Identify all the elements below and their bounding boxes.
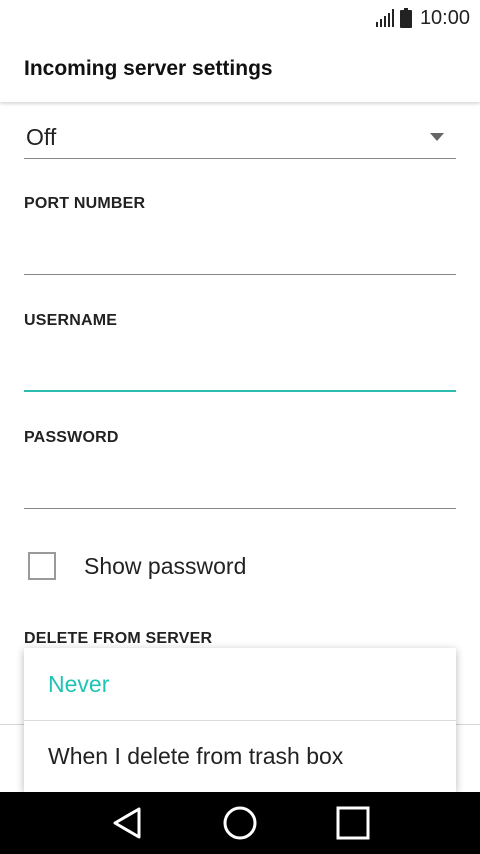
navigation-bar	[0, 792, 480, 854]
delete-from-server-label: DELETE FROM SERVER	[24, 630, 213, 647]
show-password-checkbox[interactable]	[28, 552, 56, 580]
security-type-select[interactable]: Off	[24, 116, 456, 159]
dropdown-arrow-icon	[430, 133, 444, 141]
signal-icon	[375, 9, 394, 27]
delete-option-popup: Never When I delete from trash box	[24, 648, 456, 792]
home-button[interactable]	[220, 803, 260, 843]
popup-option-when-delete-trash[interactable]: When I delete from trash box	[24, 720, 456, 792]
back-icon	[113, 807, 141, 839]
back-button[interactable]	[107, 803, 147, 843]
password-label: PASSWORD	[24, 429, 119, 446]
page-title: Incoming server settings	[24, 57, 273, 80]
status-time: 10:00	[419, 6, 470, 29]
show-password-label: Show password	[84, 552, 247, 579]
port-number-input[interactable]	[24, 235, 456, 275]
popup-option-never[interactable]: Never	[24, 648, 456, 720]
port-number-label: PORT NUMBER	[24, 195, 146, 212]
show-password-row[interactable]: Show password	[28, 548, 246, 584]
username-input[interactable]	[24, 352, 456, 392]
security-type-value: Off	[26, 123, 57, 150]
app-header: Incoming server settings	[0, 36, 480, 102]
battery-icon	[399, 8, 412, 28]
status-bar: 10:00	[0, 0, 480, 36]
recents-button[interactable]	[333, 803, 373, 843]
username-label: USERNAME	[24, 312, 118, 329]
home-icon	[223, 806, 257, 840]
password-input[interactable]	[24, 469, 456, 509]
recents-icon	[336, 806, 370, 840]
screen: 10:00 Incoming server settings Off PORT …	[0, 0, 480, 854]
